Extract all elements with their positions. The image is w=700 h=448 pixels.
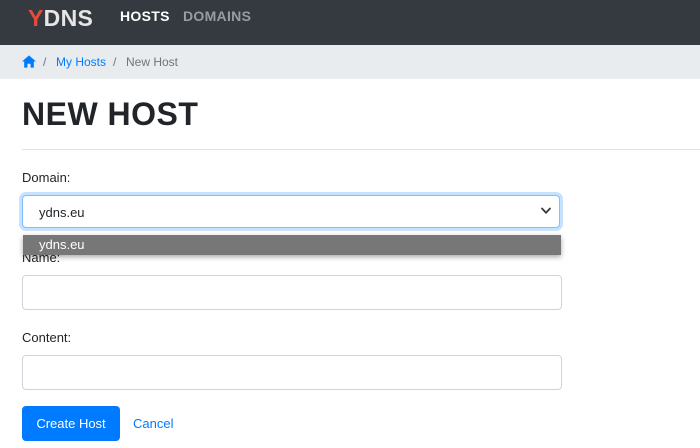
domain-select[interactable]: ydns.eu (22, 195, 560, 228)
nav-hosts-link[interactable]: HOSTS (120, 8, 170, 24)
top-navbar: YDNS HOSTS DOMAINS (0, 0, 700, 45)
title-divider (22, 149, 700, 150)
breadcrumb-separator: / (43, 55, 47, 69)
chevron-down-icon (541, 207, 551, 214)
domain-dropdown-list: ydns.eu (23, 235, 561, 255)
content-label: Content: (22, 330, 72, 345)
brand-text: DNS (43, 5, 94, 31)
create-host-button[interactable]: Create Host (22, 406, 120, 441)
brand-letter-y: Y (28, 5, 44, 31)
breadcrumb-current: New Host (126, 55, 179, 69)
home-icon[interactable] (22, 55, 36, 68)
breadcrumb-separator: / (113, 55, 117, 69)
breadcrumb-my-hosts-link[interactable]: My Hosts (56, 55, 106, 69)
content-input[interactable] (22, 355, 562, 390)
cancel-link[interactable]: Cancel (133, 416, 173, 431)
nav-domains-link[interactable]: DOMAINS (183, 8, 251, 24)
name-input[interactable] (22, 275, 562, 310)
domain-selected-value: ydns.eu (39, 205, 85, 220)
page-title: NEW HOST (22, 96, 199, 132)
domain-label: Domain: (22, 170, 71, 185)
breadcrumb: / My Hosts / New Host (0, 45, 700, 79)
domain-option[interactable]: ydns.eu (39, 237, 85, 252)
brand-logo[interactable]: YDNS (28, 5, 93, 32)
